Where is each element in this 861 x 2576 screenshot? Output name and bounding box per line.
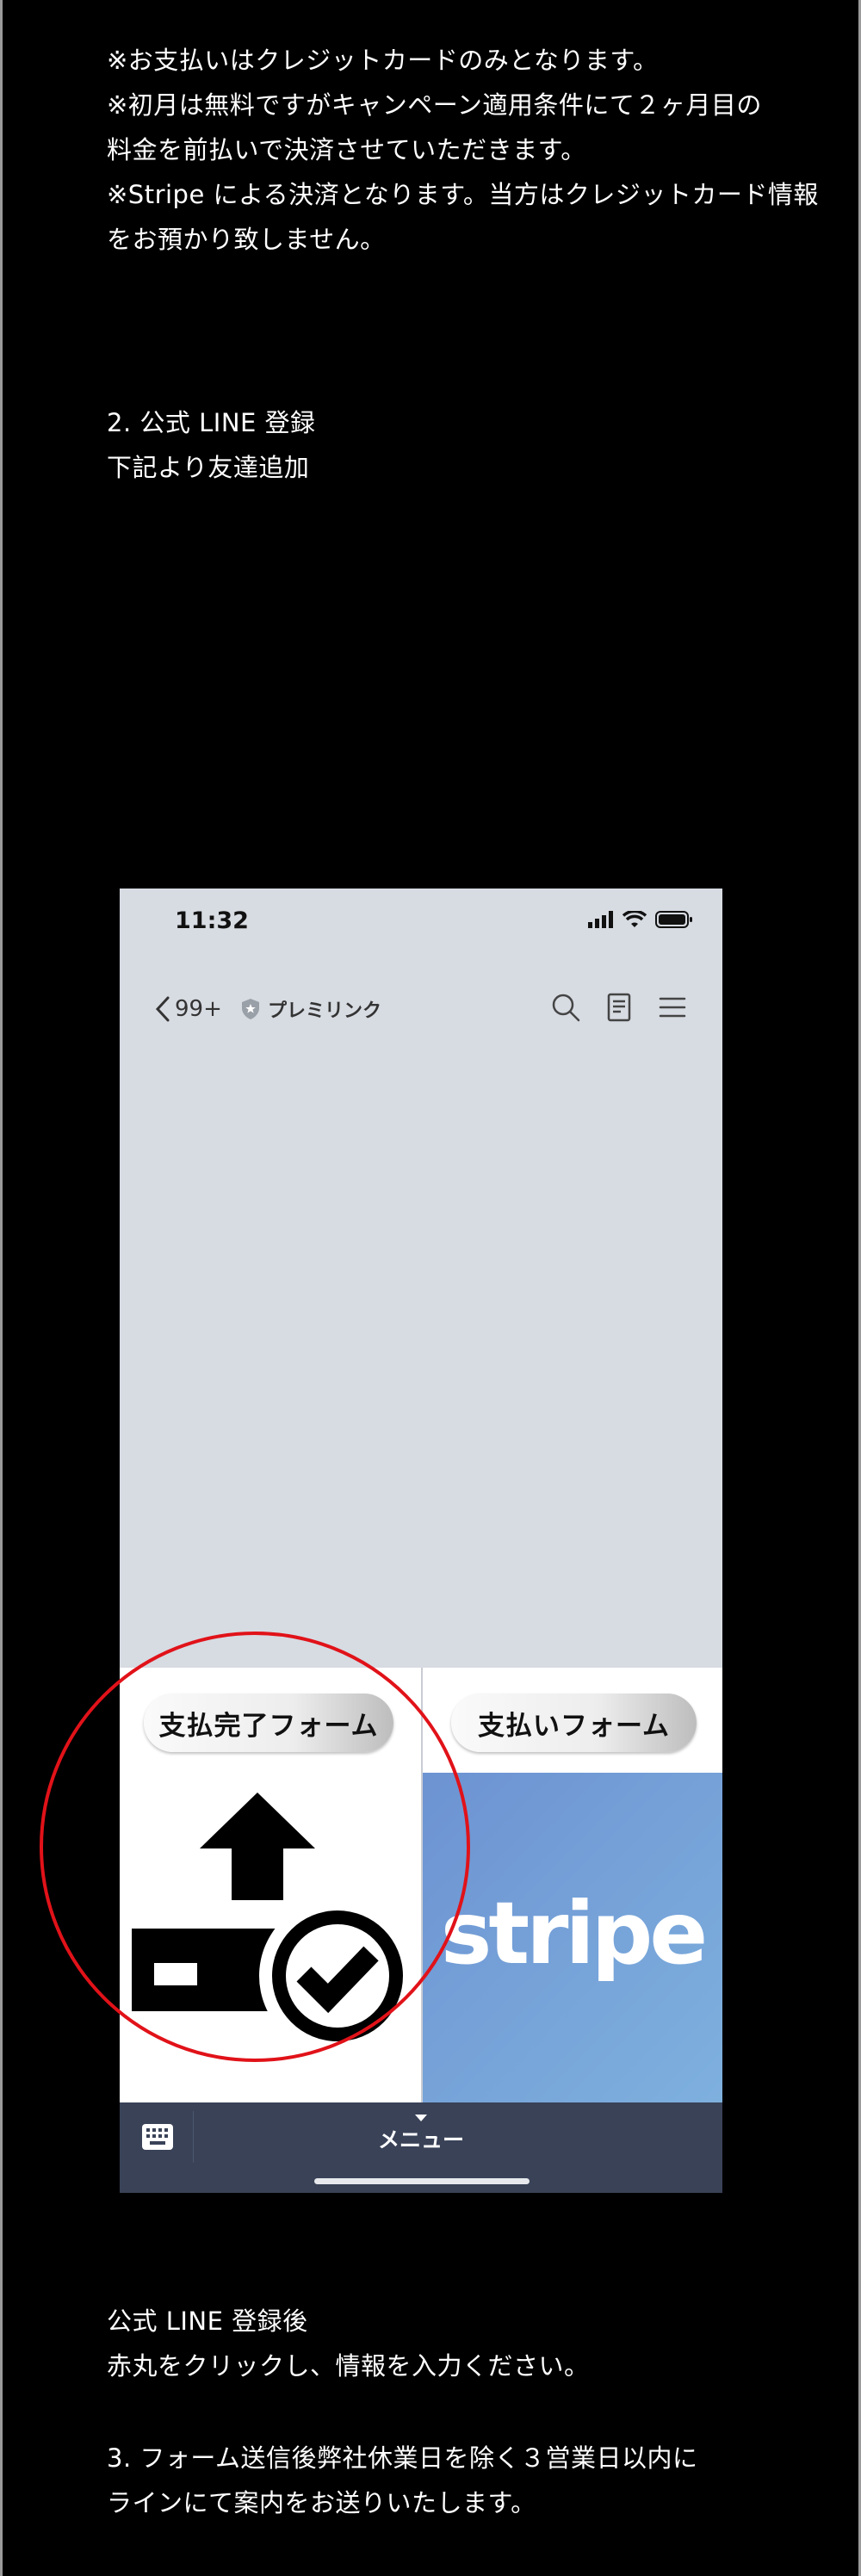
back-button[interactable]: 99+ [154, 995, 222, 1023]
chevron-left-icon [155, 996, 170, 1022]
hamburger-menu-icon[interactable] [657, 992, 688, 1023]
unread-count: 99+ [175, 996, 222, 1022]
step2-section: 2. 公式 LINE 登録 下記より友達追加 [107, 400, 316, 490]
page-edge-left [0, 0, 3, 2576]
chat-header: 99+ プレミリンク [120, 957, 722, 1052]
caret-down-icon [415, 2115, 427, 2121]
step2-subtitle: 下記より友達追加 [107, 453, 310, 482]
header-actions [550, 992, 688, 1023]
after-note-line: 公式 LINE 登録後 [107, 2307, 308, 2336]
menu-label: メニュー [377, 2127, 464, 2152]
stripe-logo: stripe [440, 1883, 708, 1984]
account-name[interactable]: プレミリンク [240, 995, 381, 1023]
wifi-icon [623, 911, 647, 927]
signal-icon [588, 911, 613, 928]
step3-line: ラインにて案内をお送りいたします。 [107, 2488, 536, 2517]
payment-form-button[interactable]: 支払いフォーム [451, 1694, 697, 1752]
verified-shield-icon [242, 999, 259, 1019]
battery-icon [655, 911, 692, 928]
menu-toggle[interactable]: メニュー [120, 2115, 722, 2154]
intro-note-line: 料金を前払いで決済させていただきます。 [107, 135, 586, 164]
step2-title: 2. 公式 LINE 登録 [107, 408, 316, 437]
intro-note-line: をお預かり致しません。 [107, 225, 386, 254]
after-note-line: 赤丸をクリックし、情報を入力ください。 [107, 2351, 590, 2381]
status-time: 11:32 [175, 907, 249, 934]
intro-note-line: ※お支払いはクレジットカードのみとなります。 [107, 46, 659, 75]
search-icon[interactable] [550, 992, 581, 1023]
intro-note-line: ※初月は無料ですがキャンペーン適用条件にて２ヶ月目の [107, 90, 762, 120]
step3-section: 3. フォーム送信後弊社休業日を除く３営業日以内に ラインにて案内をお送りいたし… [107, 2436, 698, 2525]
intro-note-line: ※Stripe による決済となります。当方はクレジットカード情報 [107, 180, 819, 209]
account-label: プレミリンク [268, 1000, 382, 1022]
status-bar: 11:32 [120, 889, 722, 957]
after-registration-notes: 公式 LINE 登録後 赤丸をクリックし、情報を入力ください。 [107, 2299, 590, 2388]
highlight-circle [40, 1632, 470, 2062]
home-indicator [314, 2178, 530, 2184]
notes-icon[interactable] [604, 992, 635, 1023]
status-icons [588, 911, 693, 928]
intro-notes: ※お支払いはクレジットカードのみとなります。 ※初月は無料ですがキャンペーン適用… [107, 38, 819, 262]
step3-line: 3. フォーム送信後弊社休業日を除く３営業日以内に [107, 2443, 698, 2473]
